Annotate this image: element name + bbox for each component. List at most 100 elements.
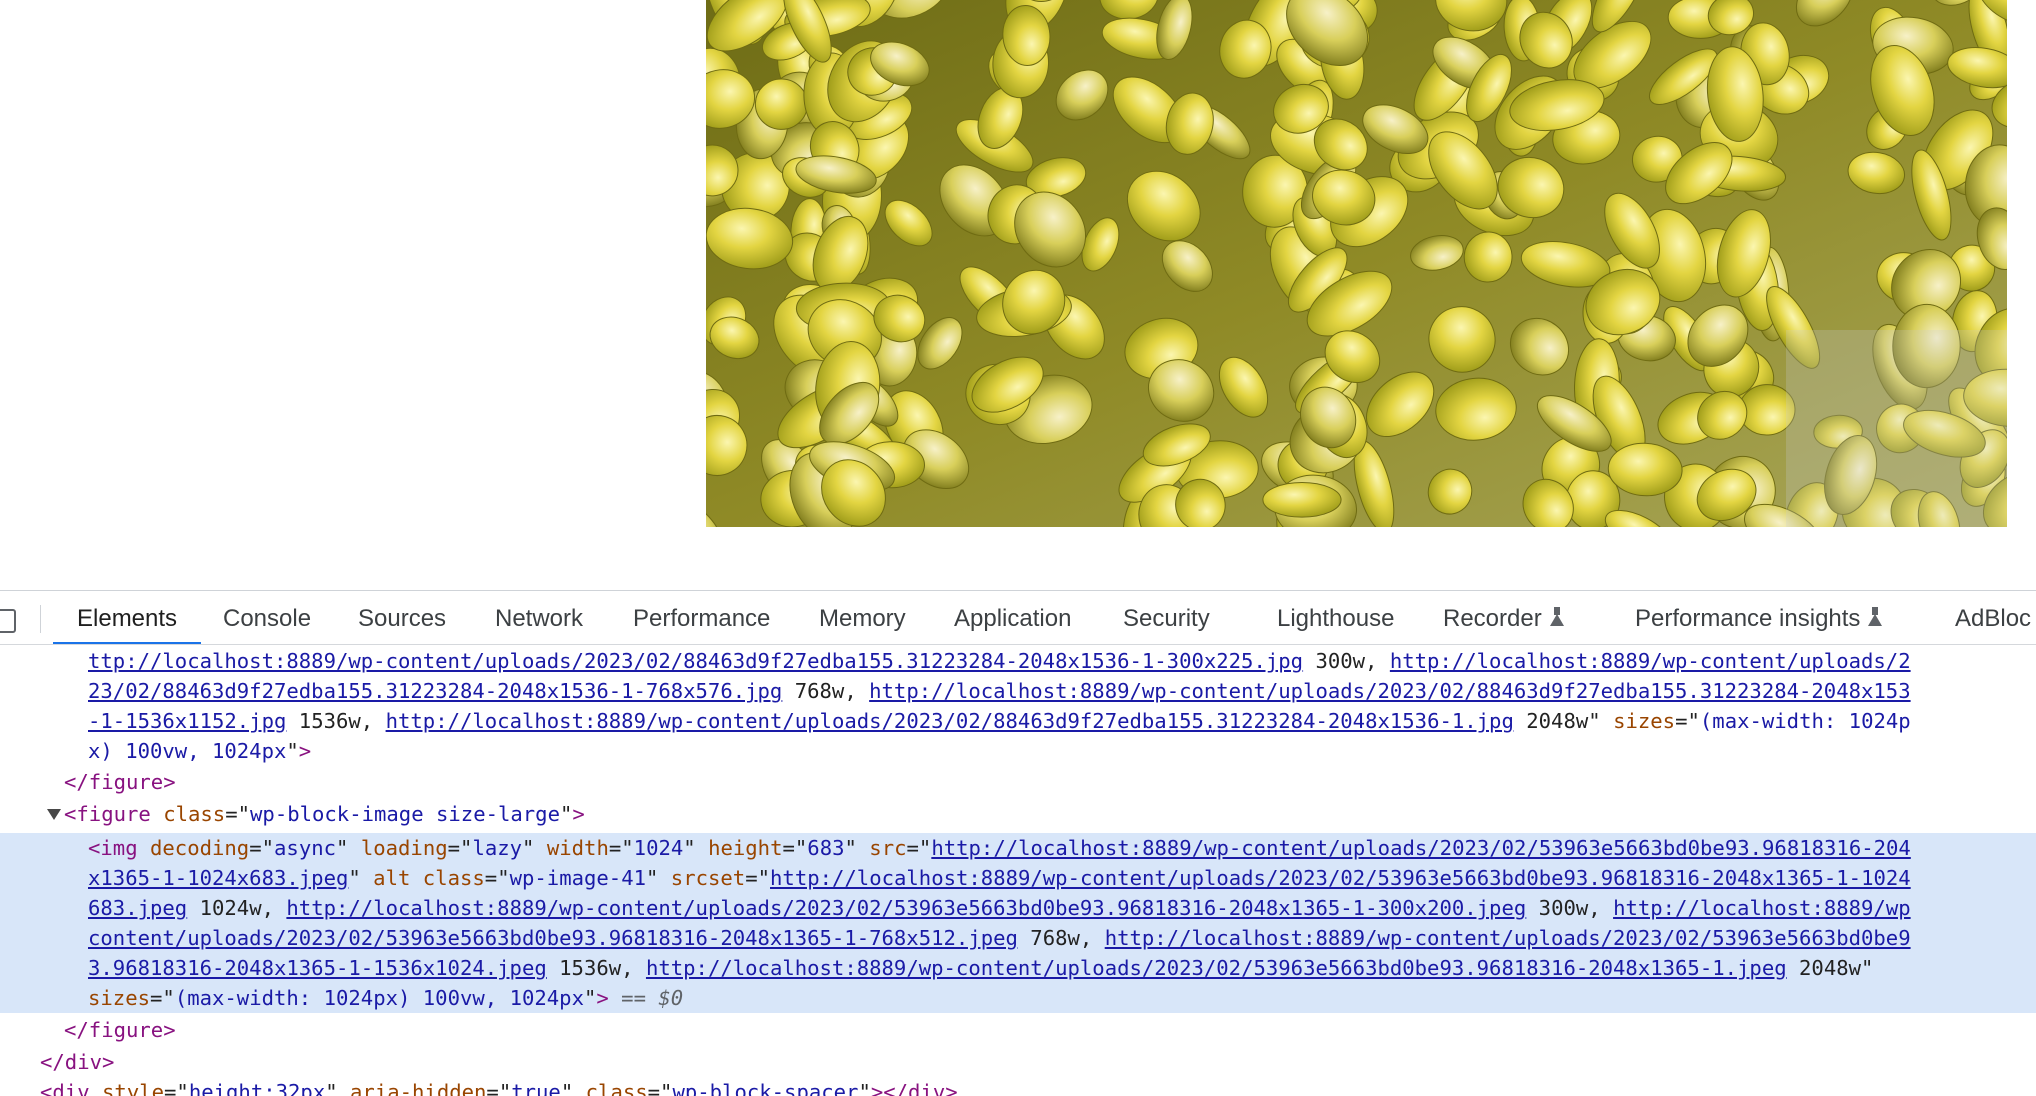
equals: =" <box>1675 709 1700 733</box>
dom-line-img-selected[interactable]: <img decoding="async" loading="lazy" wid… <box>0 833 2036 863</box>
srcset-link[interactable]: http://localhost:8889/wp-content/uploads… <box>869 679 1910 703</box>
attr-name: width <box>534 836 609 860</box>
dom-line[interactable]: -1-1536x1152.jpg 1536w, http://localhost… <box>0 706 2036 736</box>
srcset-width: 2048w <box>1786 956 1862 980</box>
dom-line[interactable]: sizes="(max-width: 1024px) 100vw, 1024px… <box>0 983 2036 1013</box>
attr-value: wp-image-41 <box>509 866 646 890</box>
quote: " <box>522 836 535 860</box>
srcset-link[interactable]: http://localhost:8889/wp-content/uploads… <box>646 956 1787 980</box>
equals: =" <box>164 1080 189 1096</box>
srcset-link[interactable]: content/uploads/2023/02/53963e5663bd0be9… <box>88 926 1018 950</box>
tab-security[interactable]: Security <box>1123 591 1210 644</box>
tag-close: > <box>572 802 585 826</box>
srcset-link[interactable]: ttp://localhost:8889/wp-content/uploads/… <box>88 649 1303 673</box>
srcset-width: 300w, <box>1526 896 1614 920</box>
srcset-link[interactable]: 23/02/88463d9f27edba155.31223284-2048x15… <box>88 679 782 703</box>
attr-name: src <box>856 836 907 860</box>
srcset-link[interactable]: http://localhost:8889/wp-content/uploads… <box>386 709 1514 733</box>
srcset-link[interactable]: 683.jpeg <box>88 896 187 920</box>
tab-console[interactable]: Console <box>223 591 312 644</box>
equals: =" <box>225 802 251 826</box>
tab-performance-insights[interactable]: Performance insights <box>1635 591 1883 644</box>
srcset-width: 1536w, <box>546 956 646 980</box>
dom-line[interactable]: ttp://localhost:8889/wp-content/uploads/… <box>0 646 2036 676</box>
attr-value: (max-width: 1024px) 100vw, 1024px <box>174 986 584 1010</box>
tab-recorder[interactable]: Recorder <box>1443 591 1564 644</box>
quote: " <box>1861 956 1874 980</box>
equals: =" <box>484 866 510 890</box>
src-link[interactable]: x1365-1-1024x683.jpeg <box>88 866 348 890</box>
srcset-link[interactable]: http://localhost:8889/wp <box>1613 896 1911 920</box>
tab-label: AdBloc <box>1955 605 2032 632</box>
attr-name: decoding <box>137 836 250 860</box>
srcset-width: 768w, <box>782 679 870 703</box>
quote: " <box>844 836 857 860</box>
srcset-link[interactable]: http://localhost:8889/wp-content/uploads… <box>1390 649 1911 673</box>
attr-value: x) 100vw, 1024px <box>88 739 287 763</box>
dom-line-figure[interactable]: <figure class="wp-block-image size-large… <box>0 799 2036 829</box>
dom-line[interactable]: <div style="height:32px" aria-hidden="tr… <box>0 1077 2036 1096</box>
devtools-panel: Elements Console Sources Network Perform… <box>0 590 2036 1096</box>
dom-line[interactable]: 683.jpeg 1024w, http://localhost:8889/wp… <box>0 893 2036 923</box>
dom-line[interactable]: </figure> <box>0 767 2036 797</box>
dom-line[interactable]: 23/02/88463d9f27edba155.31223284-2048x15… <box>0 676 2036 706</box>
equals: =" <box>249 836 275 860</box>
attr-name: srcset <box>658 866 746 890</box>
tab-elements[interactable]: Elements <box>52 591 202 644</box>
equals: =" <box>447 836 473 860</box>
expand-triangle-icon[interactable] <box>47 809 61 820</box>
attr-value: lazy <box>472 836 523 860</box>
quote: " <box>286 739 299 763</box>
flask-icon <box>1868 607 1883 627</box>
tab-label: Console <box>223 605 312 632</box>
attr-value: height:32px <box>188 1080 326 1096</box>
equals: =" <box>647 1080 673 1096</box>
attr-value: wp-block-spacer <box>672 1080 859 1096</box>
quote: " <box>336 836 349 860</box>
toolbar-divider <box>40 605 41 633</box>
attr-value: 1024 <box>633 836 684 860</box>
tab-label: Memory <box>819 605 906 632</box>
equals: =" <box>906 836 932 860</box>
equals: =" <box>782 836 808 860</box>
dom-line[interactable]: x) 100vw, 1024px"> <box>0 736 2036 766</box>
attr-name: class <box>150 802 226 826</box>
attr-value: wp-block-image size-large <box>250 802 560 826</box>
tab-sources[interactable]: Sources <box>358 591 446 644</box>
tag-figure-close: </figure> <box>64 1018 176 1042</box>
tab-adblock[interactable]: AdBloc <box>1955 591 2032 644</box>
equals: =" <box>745 866 771 890</box>
srcset-link[interactable]: 3.96818316-2048x1365-1-1536x1024.jpeg <box>88 956 547 980</box>
dom-line[interactable]: </figure> <box>0 1015 2036 1045</box>
tab-performance[interactable]: Performance <box>633 591 770 644</box>
dom-line[interactable]: x1365-1-1024x683.jpeg" alt class="wp-ima… <box>0 863 2036 893</box>
attr-name: height <box>695 836 783 860</box>
corn-photo[interactable] <box>706 0 2007 527</box>
attr-name: alt <box>360 866 411 890</box>
flask-icon <box>1549 607 1564 627</box>
dom-line[interactable]: </div> <box>0 1047 2036 1077</box>
attr-name: class <box>410 866 485 890</box>
elements-dom-tree[interactable]: ttp://localhost:8889/wp-content/uploads/… <box>0 646 2036 1096</box>
srcset-link[interactable]: -1-1536x1152.jpg <box>88 709 286 733</box>
srcset-link[interactable]: http://localhost:8889/wp-content/uploads… <box>770 866 1911 890</box>
attr-value: async <box>274 836 337 860</box>
tab-lighthouse[interactable]: Lighthouse <box>1277 591 1395 644</box>
tab-network[interactable]: Network <box>495 591 584 644</box>
srcset-link[interactable]: http://localhost:8889/wp-content/uploads… <box>1105 926 1911 950</box>
device-toolbar-icon[interactable] <box>0 609 16 633</box>
dom-line[interactable]: 3.96818316-2048x1365-1-1536x1024.jpeg 15… <box>0 953 2036 983</box>
selected-node-marker: == $0 <box>608 986 684 1010</box>
tab-label: Lighthouse <box>1277 605 1395 632</box>
attr-value: true <box>511 1080 561 1096</box>
quote: " <box>559 802 573 826</box>
quote: " <box>858 1080 871 1096</box>
tab-application[interactable]: Application <box>954 591 1071 644</box>
dom-line[interactable]: content/uploads/2023/02/53963e5663bd0be9… <box>0 923 2036 953</box>
tab-memory[interactable]: Memory <box>819 591 906 644</box>
src-link[interactable]: http://localhost:8889/wp-content/uploads… <box>931 836 1910 860</box>
srcset-link[interactable]: http://localhost:8889/wp-content/uploads… <box>286 896 1526 920</box>
tab-label: Network <box>495 605 584 632</box>
quote: " <box>348 866 361 890</box>
srcset-width: 1024w, <box>187 896 287 920</box>
